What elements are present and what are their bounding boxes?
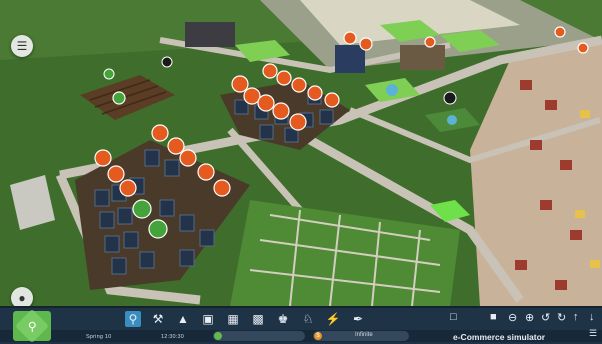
rotate-right-icon[interactable]: ↻ [557, 311, 566, 324]
rotate-left-icon[interactable]: ↺ [541, 311, 550, 324]
population-icon [214, 332, 222, 340]
city-map-view[interactable] [0, 0, 602, 306]
money-bar: $ Infinite [313, 331, 409, 341]
season-label: Spring 10 [86, 334, 112, 340]
zoning-menu-button[interactable]: ⚲ [13, 309, 51, 343]
time-label: 12:30:30 [161, 334, 185, 340]
zoom-in-icon[interactable]: ⊕ [525, 311, 534, 324]
layers-icon[interactable]: ☰ [11, 35, 33, 57]
money-label: Infinite [355, 332, 373, 338]
search-icon: ⚲ [27, 318, 37, 333]
buildings-icon[interactable]: ▣ [200, 311, 216, 327]
arrow-up-icon[interactable]: ↑ [573, 311, 579, 323]
district-icon[interactable]: ▩ [250, 311, 266, 327]
menu-icon[interactable]: ☰ [589, 328, 597, 339]
public-icon[interactable]: ♚ [275, 311, 291, 327]
frame-icon[interactable]: □ [450, 311, 457, 323]
brush-icon[interactable]: ✒ [350, 311, 366, 327]
terrain-icon[interactable]: ▲ [175, 311, 191, 327]
camera-icon[interactable]: ■ [490, 311, 497, 323]
zoning-icon[interactable]: ⚲ [125, 311, 141, 327]
roads-icon[interactable]: ⚒ [150, 311, 166, 327]
money-icon: $ [314, 332, 322, 340]
industry-icon[interactable]: ▦ [225, 311, 241, 327]
zoom-out-icon[interactable]: ⊖ [508, 311, 517, 324]
electricity-icon[interactable]: ⚡ [325, 311, 341, 327]
arrow-down-icon[interactable]: ↓ [589, 311, 595, 323]
monument-icon[interactable]: ♘ [300, 311, 316, 327]
game-title: e-Commerce simulator [453, 332, 546, 342]
population-bar [213, 331, 305, 341]
